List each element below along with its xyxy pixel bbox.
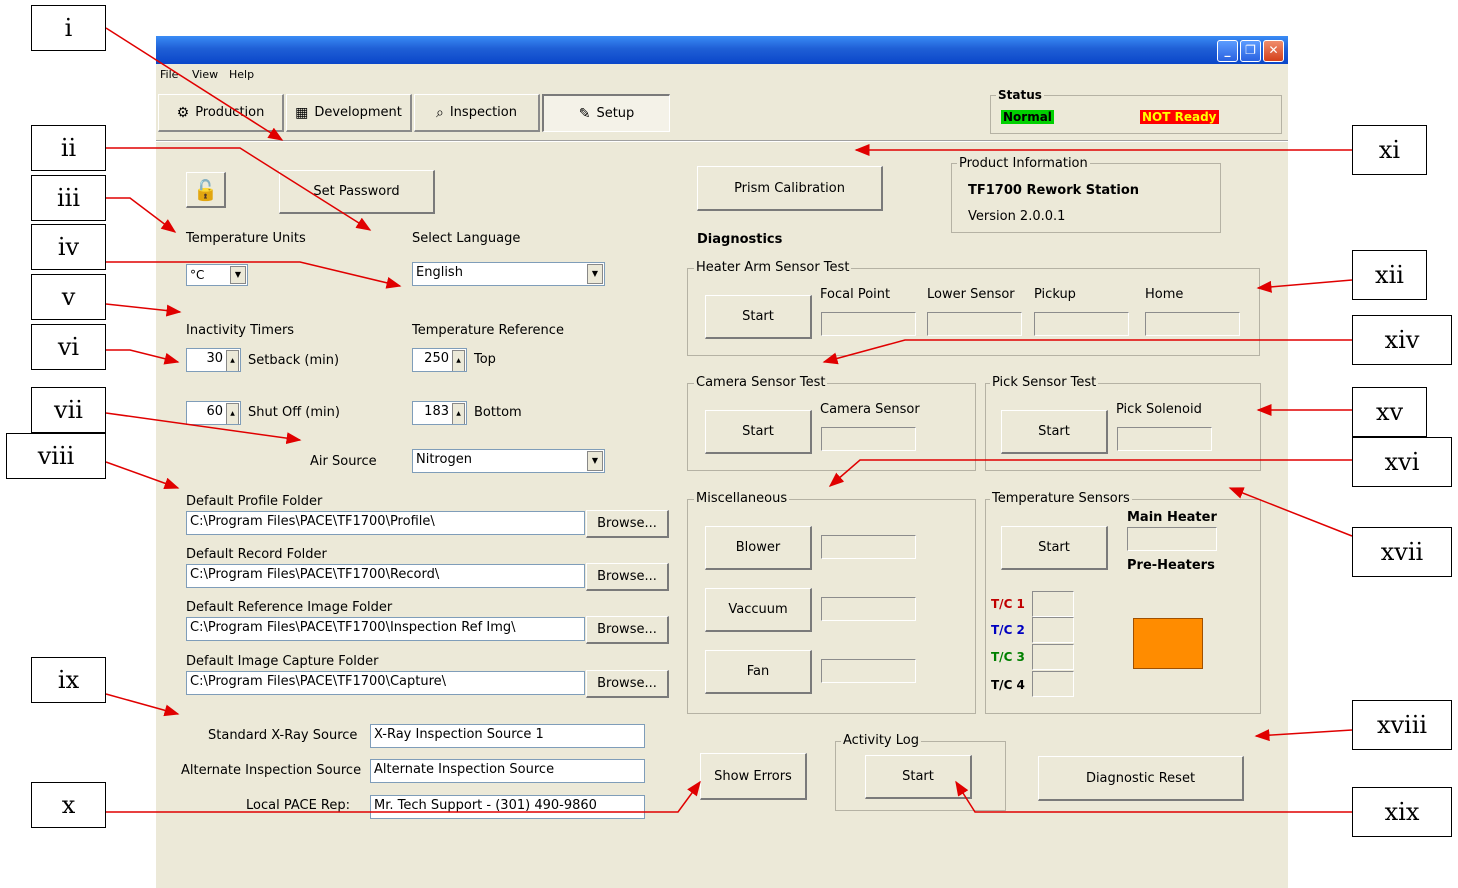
callout-v: v	[31, 274, 106, 320]
arrow-iii	[106, 197, 177, 233]
callout-vi: vi	[31, 324, 106, 370]
arrow-xvi	[828, 459, 1352, 487]
callout-viii: viii	[6, 433, 106, 479]
callout-iv: iv	[31, 224, 106, 270]
arrow-xviii	[1254, 729, 1353, 742]
callout-xi: xi	[1352, 125, 1427, 175]
arrow-x	[106, 780, 701, 813]
callout-xix: xix	[1352, 787, 1452, 837]
arrow-ix	[105, 693, 180, 717]
callout-ix: ix	[31, 657, 106, 703]
callout-xvii: xvii	[1352, 527, 1452, 577]
arrow-xiv	[822, 339, 1352, 365]
callout-i: i	[31, 5, 106, 51]
callout-xv: xv	[1352, 387, 1427, 437]
callout-xviii: xviii	[1352, 700, 1452, 750]
callout-xvi: xvi	[1352, 437, 1452, 487]
annotation-arrows	[105, 27, 1353, 813]
arrow-viii	[105, 461, 180, 490]
arrow-vi	[106, 349, 180, 365]
callout-xii: xii	[1352, 250, 1427, 300]
arrow-vii	[105, 412, 302, 445]
arrow-ii	[106, 147, 372, 231]
callout-xiv: xiv	[1352, 315, 1452, 365]
callout-iii: iii	[31, 175, 106, 221]
arrow-xii	[1256, 279, 1353, 293]
arrow-v	[105, 303, 182, 317]
callout-ii: ii	[31, 125, 106, 171]
arrow-iv	[106, 261, 402, 289]
callout-x: x	[31, 782, 106, 828]
callout-vii: vii	[31, 387, 106, 433]
arrow-xvii	[1228, 487, 1353, 537]
arrow-xix	[955, 780, 1352, 813]
arrow-i	[105, 27, 284, 141]
